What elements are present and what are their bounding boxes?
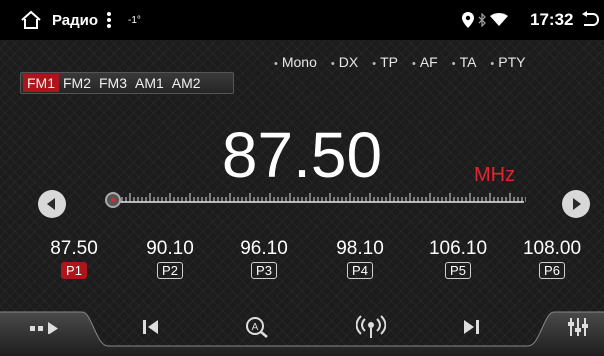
preset-3[interactable]: 96.10 P3: [224, 238, 304, 280]
rds-flag-mono: Mono: [274, 54, 317, 70]
preset-label: P2: [157, 262, 183, 279]
radio-broadcast-button[interactable]: [346, 304, 396, 350]
band-am2[interactable]: AM2: [168, 74, 205, 92]
wifi-icon: [490, 0, 508, 40]
rds-flag-tp: TP: [372, 54, 398, 70]
frequency-unit: MHz: [474, 164, 516, 186]
tuning-knob[interactable]: [105, 192, 121, 208]
preset-1[interactable]: 87.50 P1: [34, 238, 114, 280]
rds-flag-dx: DX: [331, 54, 358, 70]
band-fm2[interactable]: FM2: [59, 74, 95, 92]
band-fm1[interactable]: FM1: [23, 74, 59, 92]
toolbar-background: [0, 311, 604, 356]
next-button[interactable]: [446, 304, 496, 350]
radio-screen: Радио -1° 17:32 Mono DX TP AF TA PTY FM1…: [0, 0, 604, 356]
preset-frequency: 90.10: [146, 238, 194, 259]
rds-flag-ta: TA: [452, 54, 477, 70]
previous-button[interactable]: [126, 304, 176, 350]
seek-back-button[interactable]: [38, 190, 66, 218]
back-icon[interactable]: [580, 0, 600, 40]
preset-frequency: 96.10: [240, 238, 288, 259]
clock: 17:32: [530, 10, 574, 29]
preset-6[interactable]: 108.00 P6: [512, 238, 592, 280]
preset-frequency: 87.50: [50, 238, 98, 259]
preset-4[interactable]: 98.10 P4: [320, 238, 400, 280]
seek-forward-button[interactable]: [562, 190, 590, 218]
rds-flag-af: AF: [412, 54, 438, 70]
preset-5[interactable]: 106.10 P5: [418, 238, 498, 280]
triangle-right-icon: [573, 198, 581, 210]
preset-label: P4: [347, 262, 373, 279]
sources-icon: [30, 322, 58, 334]
location-icon: [462, 0, 474, 40]
auto-search-icon: A: [246, 317, 268, 338]
triangle-left-icon: [47, 198, 55, 210]
bluetooth-icon: [478, 0, 486, 40]
band-am1[interactable]: AM1: [131, 74, 168, 92]
preset-2[interactable]: 90.10 P2: [130, 238, 210, 280]
preset-frequency: 106.10: [428, 238, 488, 259]
tuning-scale[interactable]: [108, 190, 526, 212]
status-bar: Радио -1° 17:32: [0, 0, 604, 40]
auto-search-button[interactable]: A: [232, 304, 282, 350]
svg-text:A: A: [252, 322, 259, 333]
equalizer-button[interactable]: [556, 304, 600, 350]
preset-frequency: 98.10: [336, 238, 384, 259]
next-icon: [464, 320, 479, 334]
temperature: -1°: [128, 14, 141, 26]
preset-frequency: 108.00: [522, 238, 582, 259]
preset-label: P3: [251, 262, 277, 279]
previous-icon: [143, 320, 158, 334]
radio-broadcast-icon: [356, 315, 386, 338]
home-icon[interactable]: [20, 0, 42, 40]
sources-button[interactable]: [18, 304, 74, 350]
bottom-toolbar: [0, 304, 604, 356]
band-selector: FM1 FM2 FM3 AM1 AM2: [20, 72, 234, 94]
preset-label: P5: [445, 262, 471, 279]
band-fm3[interactable]: FM3: [95, 74, 131, 92]
preset-label: P6: [539, 262, 565, 279]
preset-label: P1: [61, 262, 87, 279]
equalizer-icon: [568, 318, 588, 336]
rds-flags: Mono DX TP AF TA PTY: [274, 54, 526, 70]
app-title: Радио: [52, 11, 99, 29]
menu-dots-icon[interactable]: [106, 0, 112, 40]
rds-flag-pty: PTY: [490, 54, 525, 70]
